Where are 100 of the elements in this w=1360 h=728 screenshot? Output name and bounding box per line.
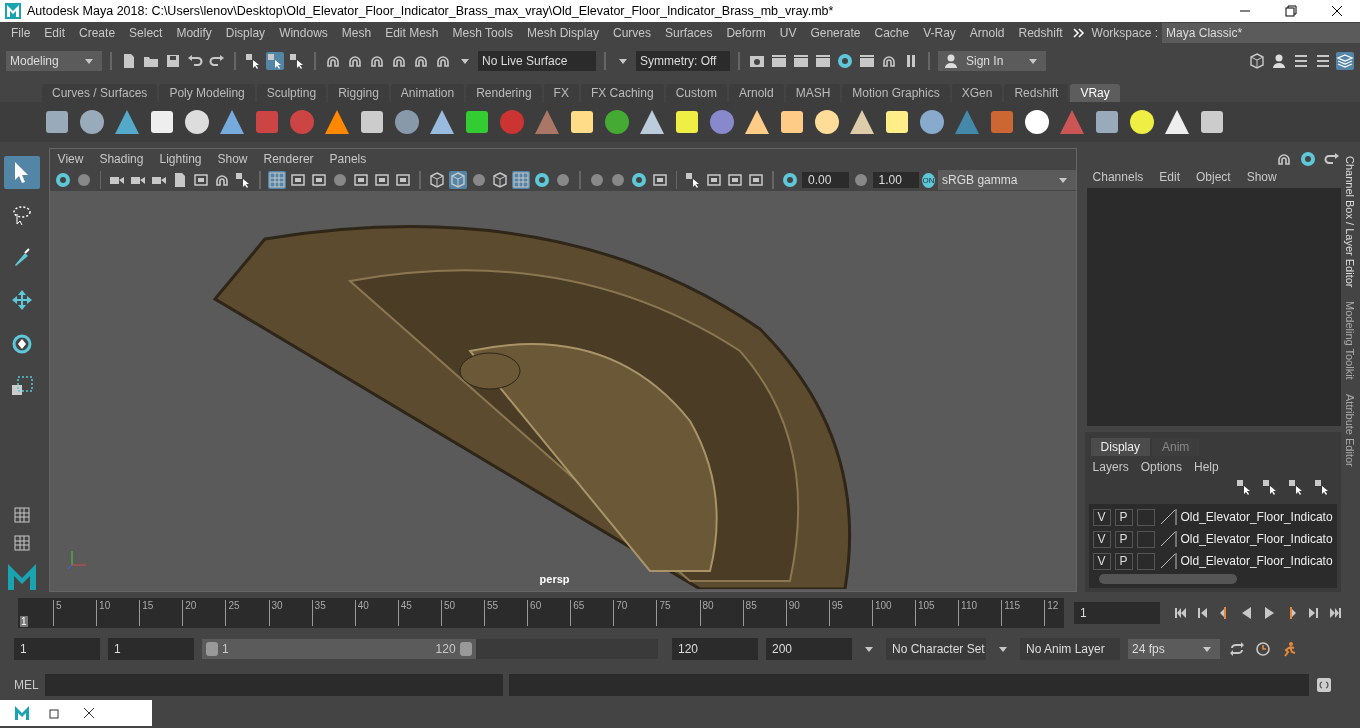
menu-item[interactable]: V-Ray bbox=[916, 26, 963, 40]
sign-in-button[interactable]: Sign In bbox=[938, 51, 1046, 71]
depth-of-field-icon[interactable] bbox=[650, 171, 669, 189]
visibility-toggle[interactable]: V bbox=[1092, 530, 1111, 548]
range-start-handle[interactable] bbox=[206, 642, 218, 656]
exposure-field[interactable]: 0.00 bbox=[802, 172, 849, 188]
loop-icon[interactable] bbox=[1228, 640, 1246, 658]
horizontal-scrollbar[interactable] bbox=[1098, 574, 1237, 584]
render-settings-icon[interactable] bbox=[814, 52, 832, 70]
menu-item[interactable]: Display bbox=[218, 26, 273, 40]
menu-item[interactable]: Curves bbox=[606, 26, 659, 40]
resolution-gate-icon[interactable] bbox=[310, 171, 329, 189]
symmetry-field[interactable]: Symmetry: Off bbox=[636, 51, 730, 71]
current-frame-field[interactable]: 1 bbox=[1074, 602, 1160, 624]
layer-menu-item[interactable]: Help bbox=[1188, 460, 1225, 474]
color-management-toggle[interactable]: ON bbox=[922, 172, 936, 188]
gamma-field[interactable]: 1.00 bbox=[872, 172, 920, 188]
restore-icon[interactable] bbox=[1282, 2, 1300, 20]
menu-item[interactable]: Cache bbox=[867, 26, 917, 40]
display-type-toggle[interactable] bbox=[1136, 508, 1155, 526]
menu-item[interactable]: Modify bbox=[169, 26, 219, 40]
panel-menu-item[interactable]: Shading bbox=[93, 152, 154, 166]
range-slider[interactable]: 1 120 bbox=[202, 639, 658, 659]
menu-item[interactable]: Edit Mesh bbox=[378, 26, 446, 40]
wireframe-on-shaded-icon[interactable] bbox=[490, 171, 509, 189]
shelf-tab[interactable]: Poly Modeling bbox=[159, 84, 255, 102]
single-pane-layout-icon[interactable] bbox=[13, 506, 32, 524]
panel-menu-item[interactable]: View bbox=[51, 152, 94, 166]
side-panel-tab[interactable]: Modeling Toolkit bbox=[1344, 301, 1357, 381]
layer-menu-item[interactable]: Options bbox=[1134, 460, 1188, 474]
shelf-tab[interactable]: Animation bbox=[390, 84, 465, 102]
menu-item[interactable]: UV bbox=[772, 26, 804, 40]
anim-layer-dropdown[interactable]: No Anim Layer bbox=[1020, 638, 1120, 660]
shelf-tab[interactable]: Rigging bbox=[328, 84, 389, 102]
shelf-tab[interactable]: Arnold bbox=[728, 84, 784, 102]
xray-joints-icon[interactable] bbox=[726, 171, 745, 189]
channel-box-menu-item[interactable]: Object bbox=[1188, 170, 1239, 184]
tool-settings-icon[interactable] bbox=[1314, 52, 1332, 70]
textured-icon[interactable] bbox=[511, 171, 530, 189]
ipr-render-icon[interactable] bbox=[792, 52, 810, 70]
xray-active-icon[interactable] bbox=[747, 171, 766, 189]
shelf-tab[interactable]: Motion Graphics bbox=[842, 84, 950, 102]
auto-key-icon[interactable] bbox=[1254, 640, 1272, 658]
command-input-field[interactable] bbox=[44, 674, 503, 696]
shelf-tab[interactable]: Sculpting bbox=[256, 84, 327, 102]
person-icon[interactable] bbox=[942, 52, 960, 70]
end-time-field[interactable]: 200 bbox=[766, 638, 852, 660]
menu-item[interactable]: Edit bbox=[37, 26, 73, 40]
menu-item[interactable]: Mesh bbox=[334, 26, 379, 40]
hypershade-icon[interactable] bbox=[836, 52, 854, 70]
save-icon[interactable] bbox=[164, 52, 182, 70]
channel-toggle-icon[interactable] bbox=[1298, 150, 1317, 168]
panel-menu-item[interactable]: Show bbox=[211, 152, 258, 166]
layer-name[interactable]: Old_Elevator_Floor_Indicato bbox=[1180, 532, 1333, 546]
human-figure-icon[interactable] bbox=[1270, 52, 1288, 70]
menu-item[interactable]: Select bbox=[122, 26, 170, 40]
color-swatch-icon[interactable] bbox=[1158, 508, 1177, 526]
playback-start-field[interactable]: 1 bbox=[108, 638, 194, 660]
modeling-toolkit-icon[interactable] bbox=[1248, 52, 1266, 70]
menu-item[interactable]: Redshift bbox=[1011, 26, 1070, 40]
menu-set-dropdown[interactable]: Modeling bbox=[6, 51, 102, 71]
wireframe-icon[interactable] bbox=[427, 171, 446, 189]
color-swatch-icon[interactable] bbox=[1158, 552, 1177, 570]
render-layers-icon[interactable] bbox=[858, 52, 876, 70]
channel-box-menu-item[interactable]: Show bbox=[1238, 170, 1285, 184]
side-panel-tab[interactable]: Channel Box / Layer Editor bbox=[1344, 156, 1357, 288]
channel-box-menu-item[interactable]: Edit bbox=[1151, 170, 1188, 184]
menu-item[interactable]: File bbox=[4, 26, 38, 40]
channel-box-icon[interactable] bbox=[1336, 52, 1354, 70]
panel-menu-item[interactable]: Renderer bbox=[257, 152, 324, 166]
menu-item[interactable]: Mesh Display bbox=[520, 26, 607, 40]
shelf-tab[interactable]: Redshift bbox=[1004, 84, 1069, 102]
layer-editor-tab[interactable]: Display bbox=[1090, 438, 1150, 456]
live-surface-field[interactable]: No Live Surface bbox=[478, 51, 596, 71]
shelf-tab[interactable]: MASH bbox=[785, 84, 841, 102]
playback-end-field[interactable]: 120 bbox=[672, 638, 758, 660]
menu-item[interactable]: Mesh Tools bbox=[445, 26, 520, 40]
script-editor-icon[interactable] bbox=[1314, 676, 1333, 694]
fps-dropdown[interactable]: 24 fps bbox=[1128, 639, 1220, 659]
character-set-dropdown[interactable]: No Character Set bbox=[886, 638, 986, 660]
shelf-tab[interactable]: VRay bbox=[1070, 84, 1120, 102]
safe-action-icon[interactable] bbox=[373, 171, 392, 189]
menu-item[interactable]: Arnold bbox=[962, 26, 1012, 40]
menu-item[interactable]: Deform bbox=[719, 26, 773, 40]
playback-toggle[interactable]: P bbox=[1114, 508, 1133, 526]
field-chart-icon[interactable] bbox=[352, 171, 371, 189]
shelf-tab[interactable]: Rendering bbox=[466, 84, 542, 102]
visibility-toggle[interactable]: V bbox=[1092, 508, 1111, 526]
panel-menu-item[interactable]: Panels bbox=[323, 152, 377, 166]
side-panel-tab[interactable]: Attribute Editor bbox=[1344, 394, 1357, 467]
render-icon[interactable] bbox=[770, 52, 788, 70]
color-swatch-icon[interactable] bbox=[1158, 530, 1177, 548]
menu-item[interactable]: Windows bbox=[272, 26, 335, 40]
menu-item[interactable]: Create bbox=[72, 26, 123, 40]
safe-title-icon[interactable] bbox=[394, 171, 413, 189]
image-plane-icon[interactable] bbox=[192, 171, 211, 189]
display-type-toggle[interactable] bbox=[1136, 552, 1155, 570]
film-gate-icon[interactable] bbox=[289, 171, 308, 189]
shelf-tab[interactable]: XGen bbox=[951, 84, 1003, 102]
select-tool-button[interactable] bbox=[4, 156, 41, 189]
